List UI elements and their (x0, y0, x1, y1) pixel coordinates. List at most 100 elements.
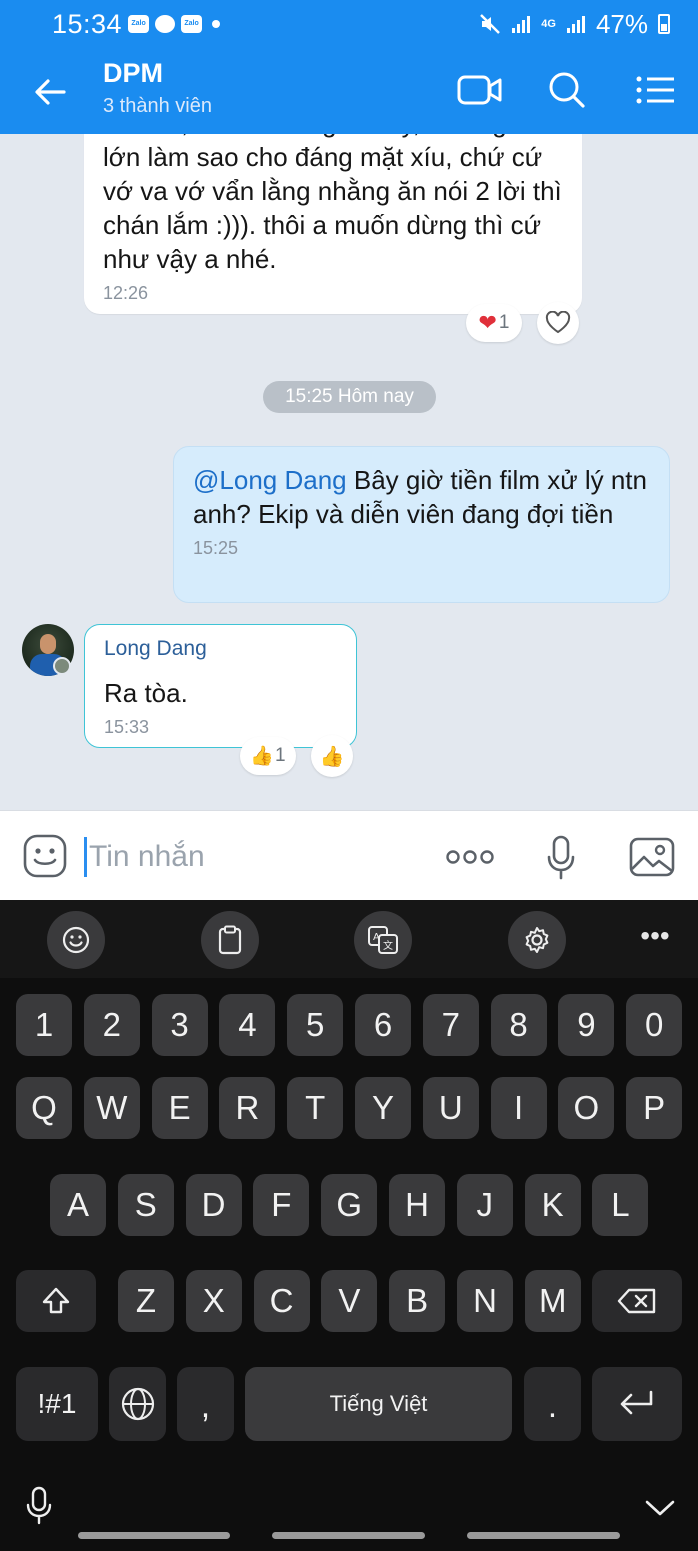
key-1[interactable]: 1 (16, 994, 72, 1056)
language-key[interactable] (109, 1367, 166, 1441)
key-j[interactable]: J (456, 1174, 513, 1236)
mute-icon (480, 14, 501, 34)
add-like-reaction-button[interactable]: 👍 (311, 735, 353, 777)
search-icon[interactable] (542, 68, 590, 112)
key-c[interactable]: C (253, 1270, 310, 1332)
member-count[interactable]: 3 thành viên (103, 95, 212, 118)
key-2[interactable]: 2 (83, 994, 140, 1056)
key-n[interactable]: N (457, 1270, 513, 1332)
key-m[interactable]: M (524, 1270, 581, 1332)
key-k[interactable]: K (524, 1174, 581, 1236)
reaction-count: 1 (275, 745, 286, 766)
voice-input-icon[interactable] (24, 1486, 54, 1526)
reaction-count: 1 (498, 312, 510, 333)
translate-button[interactable]: A文 (354, 911, 412, 969)
key-v[interactable]: V (321, 1270, 378, 1332)
back-arrow-icon[interactable] (28, 70, 72, 114)
emoji-icon (62, 926, 90, 954)
key-p[interactable]: P (626, 1077, 683, 1139)
clipboard-icon (218, 925, 242, 955)
emoji-sticker-icon[interactable] (22, 833, 68, 879)
message-placeholder: Tin nhắn (89, 840, 205, 873)
key-o[interactable]: O (558, 1077, 615, 1139)
network-type: 4G (541, 17, 556, 30)
clipboard-button[interactable] (201, 911, 259, 969)
space-key[interactable]: Tiếng Việt (245, 1367, 512, 1441)
shift-key[interactable] (16, 1270, 96, 1332)
key-3[interactable]: 3 (151, 994, 208, 1056)
message-bubble-received[interactable]: Long Dang Ra tòa. 15:33 (84, 624, 357, 748)
key-z[interactable]: Z (118, 1270, 174, 1332)
period-key[interactable]: . (524, 1367, 581, 1441)
key-r[interactable]: R (219, 1077, 276, 1139)
keyboard-toolbar: A文 ••• (0, 900, 698, 978)
chat-title[interactable]: DPM (103, 58, 163, 89)
heart-outline-icon (545, 311, 571, 334)
symbols-key[interactable]: !#1 (16, 1367, 98, 1441)
comma-key[interactable]: , (177, 1367, 234, 1441)
key-l[interactable]: L (592, 1174, 649, 1236)
emoji-keyboard-button[interactable] (47, 911, 105, 969)
key-w[interactable]: W (83, 1077, 140, 1139)
key-i[interactable]: I (490, 1077, 547, 1139)
zalo-notification-icon-2: Zalo (181, 15, 203, 33)
message-list[interactable]: ok anh, mà ở nơi nghề này, anh người lớn… (0, 134, 698, 810)
image-gallery-icon[interactable] (628, 836, 676, 878)
globe-icon (121, 1387, 154, 1421)
microphone-icon[interactable] (546, 835, 576, 881)
gear-icon (525, 927, 549, 953)
message-bubble-received[interactable]: ok anh, mà ở nơi nghề này, anh người lớn… (84, 134, 582, 314)
sender-name[interactable]: Long Dang (104, 636, 338, 662)
key-7[interactable]: 7 (422, 994, 479, 1056)
zalo-notification-icon: Zalo (128, 15, 150, 33)
enter-key[interactable] (592, 1367, 682, 1441)
key-9[interactable]: 9 (558, 994, 615, 1056)
backspace-key[interactable] (592, 1270, 682, 1332)
key-h[interactable]: H (389, 1174, 445, 1236)
key-y[interactable]: Y (355, 1077, 411, 1139)
battery-percent: 47% (595, 8, 648, 39)
status-time: 15:34 (52, 8, 123, 39)
key-b[interactable]: B (389, 1270, 446, 1332)
on-screen-keyboard: A文 ••• 1234567890 QWERTYUIOP ASDFGHJKL ZXCV… (0, 900, 698, 1551)
notification-dot-icon (212, 20, 221, 28)
message-composer: Tin nhắn (0, 810, 698, 900)
key-0[interactable]: 0 (626, 994, 683, 1056)
key-x[interactable]: X (185, 1270, 242, 1332)
key-e[interactable]: E (151, 1077, 208, 1139)
mention-link[interactable]: @Long Dang (193, 465, 347, 495)
menu-list-icon[interactable] (632, 68, 680, 112)
reaction-badge-heart[interactable]: ❤ 1 (466, 304, 522, 342)
key-s[interactable]: S (117, 1174, 174, 1236)
more-options-icon[interactable] (445, 847, 495, 867)
add-reaction-button[interactable] (537, 302, 579, 344)
key-g[interactable]: G (321, 1174, 378, 1236)
keyboard-settings-button[interactable] (508, 911, 566, 969)
key-a[interactable]: A (50, 1174, 106, 1236)
message-text: Ra tòa. (104, 678, 188, 708)
reaction-badge-like[interactable]: 👍 1 (240, 737, 296, 775)
nav-back-bar[interactable] (467, 1532, 620, 1539)
key-4[interactable]: 4 (219, 994, 276, 1056)
svg-text:文: 文 (383, 939, 393, 952)
hide-keyboard-chevron-icon[interactable] (644, 1498, 676, 1518)
chat-notification-icon (155, 15, 176, 33)
toolbar-more-icon[interactable]: ••• (630, 918, 680, 958)
nav-home-bar[interactable] (272, 1532, 425, 1539)
key-5[interactable]: 5 (287, 994, 344, 1056)
key-f[interactable]: F (253, 1174, 310, 1236)
avatar-status-badge (53, 657, 71, 675)
key-q[interactable]: Q (16, 1077, 72, 1139)
message-time: 12:26 (103, 283, 149, 303)
nav-recents-bar[interactable] (78, 1532, 230, 1539)
key-u[interactable]: U (422, 1077, 479, 1139)
key-6[interactable]: 6 (355, 994, 411, 1056)
message-input[interactable]: Tin nhắn (84, 837, 424, 877)
key-t[interactable]: T (287, 1077, 344, 1139)
message-bubble-sent[interactable]: @Long Dang Bây giờ tiền film xử lý ntn a… (173, 446, 670, 603)
backspace-icon (617, 1288, 656, 1314)
key-8[interactable]: 8 (490, 994, 547, 1056)
video-call-icon[interactable] (456, 68, 504, 112)
chat-header: DPM 3 thành viên (0, 48, 698, 134)
key-d[interactable]: D (185, 1174, 242, 1236)
